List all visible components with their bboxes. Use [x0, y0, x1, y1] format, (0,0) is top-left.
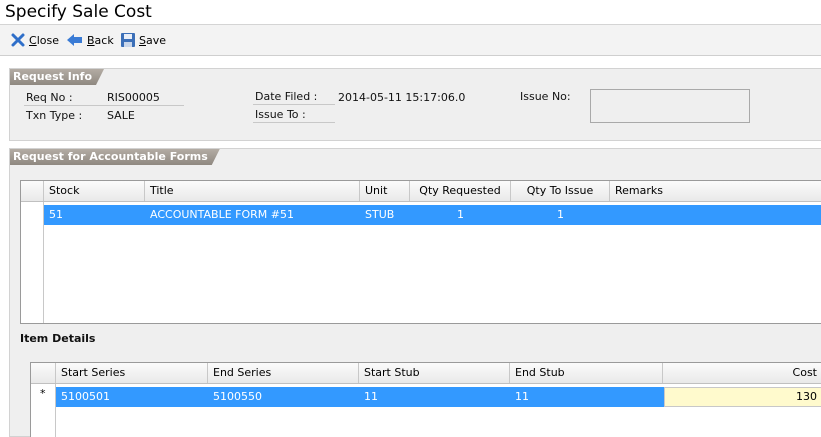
save-button[interactable]: Save	[120, 31, 166, 49]
forms-grid: Stock Title Unit Qty Requested Qty To Is…	[20, 180, 821, 324]
cell-qty-requested: 1	[457, 208, 464, 221]
cell-end-series: 5100550	[213, 390, 262, 403]
item-details-label: Item Details	[20, 332, 96, 345]
cell-stock: 51	[49, 208, 63, 221]
save-label: Save	[139, 33, 167, 47]
issue-no-field[interactable]	[590, 89, 750, 123]
new-row-marker: *	[40, 387, 46, 400]
cell-start-stub: 11	[364, 390, 378, 403]
col-cost[interactable]: Cost	[663, 363, 821, 383]
request-info-header: Request Info	[10, 69, 104, 85]
back-button[interactable]: Back	[66, 31, 114, 49]
issue-to-underline	[253, 122, 335, 123]
window-title: Specify Sale Cost	[5, 2, 152, 22]
item-row-header-column: *	[31, 384, 56, 437]
cost-input[interactable]: 130	[664, 387, 821, 407]
request-info-panel: Request Info Req No : RIS00005 Txn Type …	[9, 68, 821, 141]
toolbar: Close Back Save	[0, 25, 821, 56]
col-start-stub[interactable]: Start Stub	[359, 363, 510, 383]
col-remarks[interactable]: Remarks	[610, 181, 821, 201]
txn-type-value: SALE	[107, 109, 135, 122]
back-label: Back	[87, 33, 114, 47]
issue-no-label: Issue No:	[520, 90, 571, 103]
date-filed-value: 2014-05-11 15:17:06.0	[338, 91, 466, 104]
col-stock[interactable]: Stock	[44, 181, 145, 201]
col-end-series[interactable]: End Series	[208, 363, 359, 383]
back-arrow-icon	[67, 34, 82, 46]
save-icon	[121, 33, 135, 47]
table-row[interactable]: 51 ACCOUNTABLE FORM #51 STUB 1 1	[44, 205, 821, 225]
forms-row-header-column	[21, 202, 44, 323]
item-row-header-corner	[31, 363, 56, 383]
col-qty-requested[interactable]: Qty Requested	[410, 181, 511, 201]
cell-title: ACCOUNTABLE FORM #51	[150, 208, 294, 221]
txn-type-label: Txn Type :	[26, 109, 83, 122]
forms-row-header-corner	[21, 181, 44, 201]
req-no-label: Req No :	[26, 91, 73, 104]
req-no-underline	[24, 105, 184, 106]
close-button[interactable]: Close	[10, 31, 59, 49]
issue-to-label: Issue To :	[255, 108, 306, 121]
item-details-grid: Start Series End Series Start Stub End S…	[30, 362, 821, 437]
col-unit[interactable]: Unit	[360, 181, 410, 201]
close-icon	[11, 33, 25, 47]
accountable-forms-panel: Request for Accountable Forms Stock Titl…	[9, 148, 821, 437]
cell-start-series: 5100501	[61, 390, 110, 403]
cell-qty-to-issue: 1	[557, 208, 564, 221]
col-qty-to-issue[interactable]: Qty To Issue	[511, 181, 610, 201]
cell-remarks	[610, 205, 821, 225]
accountable-forms-header: Request for Accountable Forms	[10, 149, 220, 165]
col-title[interactable]: Title	[145, 181, 360, 201]
close-label: Close	[29, 33, 59, 47]
cell-unit: STUB	[365, 208, 395, 221]
date-filed-label: Date Filed :	[255, 90, 318, 103]
forms-grid-header: Stock Title Unit Qty Requested Qty To Is…	[21, 181, 821, 202]
req-no-value: RIS00005	[107, 91, 160, 104]
col-start-series[interactable]: Start Series	[56, 363, 208, 383]
col-end-stub[interactable]: End Stub	[510, 363, 663, 383]
date-filed-label-underline	[253, 104, 335, 105]
cell-end-stub: 11	[515, 390, 529, 403]
table-row[interactable]: 5100501 5100550 11 11	[56, 387, 664, 407]
item-grid-header: Start Series End Series Start Stub End S…	[31, 363, 821, 384]
